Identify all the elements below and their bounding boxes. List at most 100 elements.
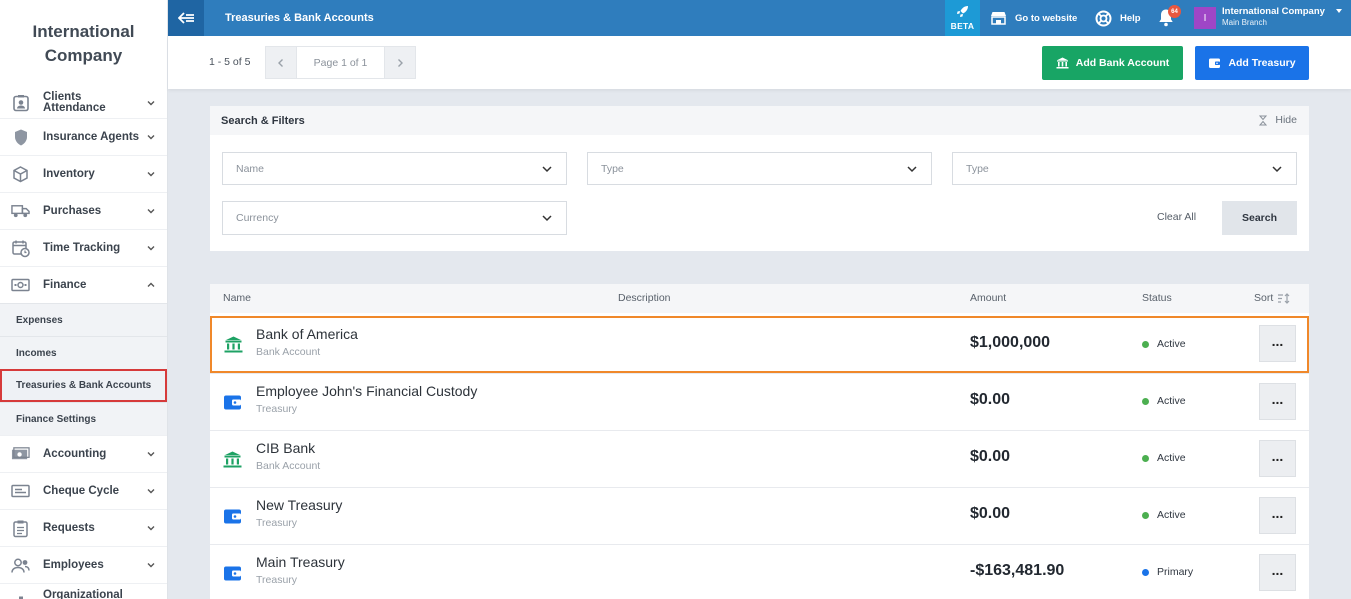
status-label: Primary [1157,566,1194,578]
sidebar-item-requests[interactable]: Requests [0,509,167,546]
status-dot [1142,397,1149,405]
sidebar-item-organizational[interactable]: Organizational [0,583,167,599]
name-filter-select[interactable]: Name [222,152,567,185]
account-name[interactable]: Main Treasury [256,554,345,570]
money-icon [11,445,30,464]
accounts-table: Name Description Amount Status Sort Bank… [210,284,1309,599]
table-row[interactable]: Employee John's Financial Custody Treasu… [210,373,1309,430]
type-filter-select[interactable]: Type [587,152,932,185]
sidebar-item-insurance-agents[interactable]: Insurance Agents [0,118,167,155]
branch-name: Main Branch [1222,18,1267,27]
sidebar-subitem-incomes[interactable]: Incomes [0,336,167,369]
table-row[interactable]: Main Treasury Treasury -$163,481.90 Prim… [210,544,1309,599]
users-icon [11,556,30,575]
column-header-description: Description [618,292,671,304]
search-button[interactable]: Search [1222,201,1297,235]
sidebar-item-label: Time Tracking [43,242,121,254]
more-icon: ... [1271,332,1284,349]
results-range: 1 - 5 of 5 [209,56,251,68]
collapse-icon [1259,115,1268,125]
sidebar-subitem-label: Expenses [16,314,63,326]
next-page-button[interactable] [385,47,415,78]
sidebar-subitem-expenses[interactable]: Expenses [0,303,167,336]
column-header-name[interactable]: Name [223,292,251,304]
sidebar-item-purchases[interactable]: Purchases [0,192,167,229]
status-badge: Primary [1142,566,1193,578]
help-link[interactable]: Help [1095,0,1141,36]
store-icon [991,12,1006,25]
filters-title: Search & Filters [221,114,305,127]
sidebar-item-cheque-cycle[interactable]: Cheque Cycle [0,472,167,509]
table-row[interactable]: New Treasury Treasury $0.00 Active ... [210,487,1309,544]
table-row[interactable]: CIB Bank Bank Account $0.00 Active ... [210,430,1309,487]
top-bar: Treasuries & Bank Accounts BETA Go to we… [168,0,1351,36]
sidebar-subitem-treasuries[interactable]: Treasuries & Bank Accounts [0,369,167,402]
clear-all-button[interactable]: Clear All [1157,211,1196,223]
sidebar-item-finance[interactable]: Finance [0,266,167,303]
chevron-down-icon [147,209,155,214]
column-header-amount: Amount [970,292,1007,304]
sidebar-item-label: Requests [43,522,95,534]
go-to-website-link[interactable]: Go to website [990,0,1077,36]
sidebar-subitem-finance-settings[interactable]: Finance Settings [0,402,167,435]
sidebar-item-employees[interactable]: Employees [0,546,167,583]
lifebuoy-icon [1095,10,1112,26]
account-name[interactable]: Employee John's Financial Custody [256,383,477,399]
collapse-sidebar-button[interactable] [168,0,204,36]
account-type: Treasury [256,517,298,529]
truck-icon [11,202,30,221]
row-actions-button[interactable]: ... [1259,383,1296,420]
account-name[interactable]: Bank of America [256,326,358,342]
type-filter-select-2[interactable]: Type [952,152,1297,185]
bank-icon [1056,57,1069,69]
beta-button[interactable]: BETA [945,0,980,36]
list-toolbar: 1 - 5 of 5 Page 1 of 1 Add Bank Account … [168,36,1351,89]
company-switcher[interactable]: International Company Main Branch [1222,6,1325,28]
currency-filter-select[interactable]: Currency [222,201,567,235]
sort-button[interactable]: Sort [1254,292,1290,304]
more-icon: ... [1271,390,1284,407]
account-type: Treasury [256,403,298,415]
type-filter-placeholder: Type [966,162,989,175]
cheque-icon [11,482,30,501]
row-actions-button[interactable]: ... [1259,554,1296,591]
hide-filters-button[interactable]: Hide [1259,114,1297,126]
currency-filter-placeholder: Currency [236,212,279,224]
status-dot [1142,568,1149,576]
hide-label: Hide [1275,114,1297,126]
account-name[interactable]: New Treasury [256,497,342,513]
sidebar-item-clients-attendance[interactable]: Clients Attendance [0,87,167,118]
sidebar-item-time-tracking[interactable]: Time Tracking [0,229,167,266]
table-row[interactable]: Bank of America Bank Account $1,000,000 … [210,316,1309,373]
caret-down-icon[interactable] [1336,9,1342,13]
chevron-down-icon [1272,166,1282,173]
status-badge: Active [1142,452,1186,464]
sidebar-item-accounting[interactable]: Accounting [0,435,167,472]
row-actions-button[interactable]: ... [1259,325,1296,362]
status-label: Active [1157,509,1186,521]
avatar[interactable]: I [1194,7,1216,29]
add-bank-account-label: Add Bank Account [1075,57,1170,69]
shield-icon [11,128,30,147]
arrow-left-icon [177,12,194,24]
page-title: Treasuries & Bank Accounts [225,12,374,24]
clipboard-icon [11,519,30,538]
sidebar-item-label: Clients Attendance [43,90,106,114]
chevron-down-icon [542,215,552,222]
account-name[interactable]: CIB Bank [256,440,315,456]
account-type: Treasury [256,574,298,586]
add-treasury-button[interactable]: Add Treasury [1195,46,1309,80]
status-badge: Active [1142,338,1186,350]
chevron-down-icon [147,100,155,105]
website-label: Go to website [1015,12,1078,24]
chevron-down-icon [147,135,155,140]
row-actions-button[interactable]: ... [1259,440,1296,477]
column-header-status: Status [1142,292,1172,304]
prev-page-button[interactable] [266,47,296,78]
account-amount: $1,000,000 [970,334,1051,351]
name-filter-placeholder: Name [236,162,265,175]
chevron-down-icon [907,166,917,173]
row-actions-button[interactable]: ... [1259,497,1296,534]
add-bank-account-button[interactable]: Add Bank Account [1042,46,1183,80]
sidebar-item-inventory[interactable]: Inventory [0,155,167,192]
